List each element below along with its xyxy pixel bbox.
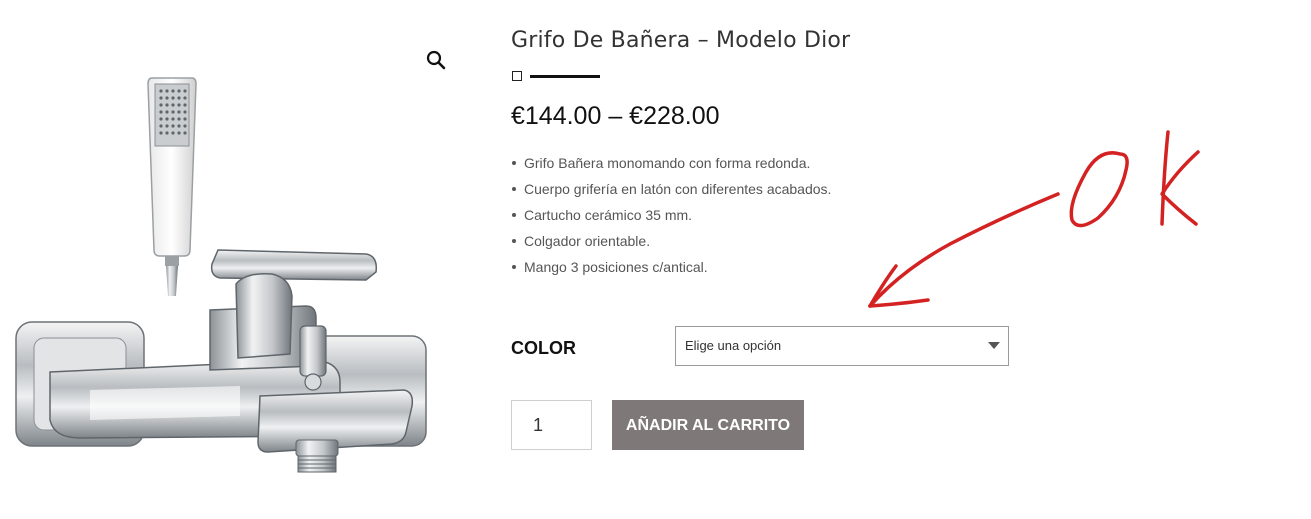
product-gallery bbox=[0, 0, 470, 519]
product-image[interactable] bbox=[10, 60, 430, 480]
list-item: Mango 3 posiciones c/antical. bbox=[511, 254, 831, 280]
color-select-value: Elige una opción bbox=[685, 338, 782, 353]
letter-k-arm bbox=[1160, 150, 1200, 226]
annotation-ok-arrow bbox=[868, 130, 1200, 308]
letter-k-stem bbox=[1160, 130, 1170, 226]
arrow-head-2 bbox=[868, 298, 930, 308]
feature-list: Grifo Bañera monomando con forma redonda… bbox=[511, 150, 831, 280]
list-item: Colgador orientable. bbox=[511, 228, 831, 254]
arrow-shaft bbox=[868, 192, 1060, 308]
letter-o bbox=[1069, 151, 1129, 228]
product-title: Grifo De Bañera – Modelo Dior bbox=[511, 28, 851, 53]
list-item: Grifo Bañera monomando con forma redonda… bbox=[511, 150, 831, 176]
price-range: €144.00 – €228.00 bbox=[511, 102, 720, 130]
add-to-cart-button[interactable]: AÑADIR AL CARRITO bbox=[612, 400, 804, 450]
product-page: Grifo De Bañera – Modelo Dior €144.00 – … bbox=[0, 0, 1311, 519]
quantity-input[interactable] bbox=[511, 400, 592, 450]
caret-down-icon bbox=[988, 342, 1000, 349]
list-item: Cartucho cerámico 35 mm. bbox=[511, 202, 831, 228]
list-item: Cuerpo grifería en latón con diferentes … bbox=[511, 176, 831, 202]
rating-box bbox=[512, 71, 522, 81]
color-label: COLOR bbox=[511, 338, 576, 358]
title-underline bbox=[530, 75, 600, 78]
color-select[interactable]: Elige una opción bbox=[675, 326, 1009, 366]
